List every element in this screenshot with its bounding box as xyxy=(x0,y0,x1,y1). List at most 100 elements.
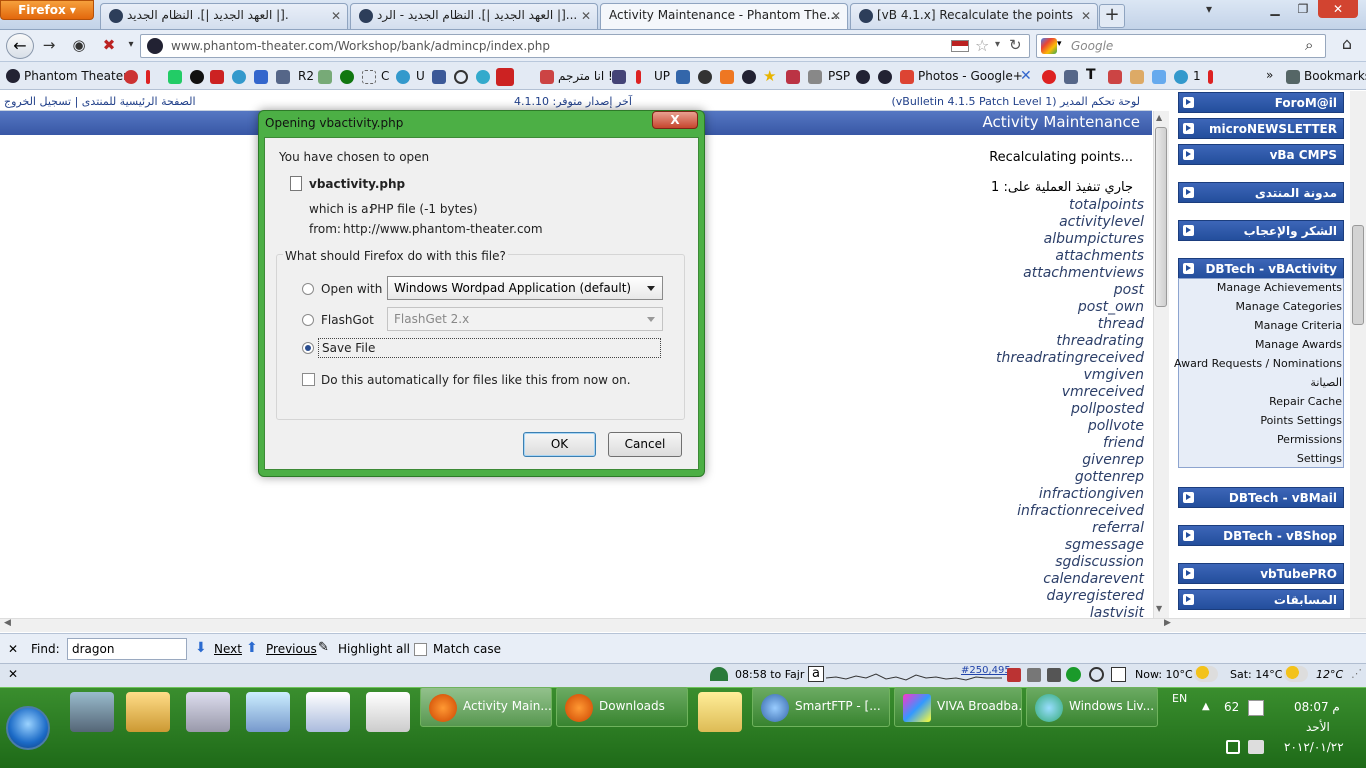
taskbar-viva[interactable]: VIVA Broadba... xyxy=(894,687,1022,727)
bookmark-icon[interactable] xyxy=(856,70,870,84)
bookmark-x-icon[interactable]: ✕ xyxy=(1020,68,1032,84)
bookmark-star-icon[interactable]: ☆ xyxy=(975,36,989,55)
page-icon[interactable]: ◉ xyxy=(66,35,92,57)
taskbar-windows-live[interactable]: Windows Liv... xyxy=(1026,687,1158,727)
flashgot-radio[interactable] xyxy=(302,314,314,326)
forum-home-logout-links[interactable]: الصفحة الرئيسية للمنتدى | تسجيل الخروج xyxy=(4,95,196,108)
taskbar-smartftp[interactable]: SmartFTP - [... xyxy=(752,687,890,727)
bookmark-icon[interactable] xyxy=(1152,70,1166,84)
nav-manage-awards[interactable]: Manage Awards xyxy=(1255,338,1342,351)
ok-button[interactable]: OK xyxy=(523,432,596,457)
nav-group-micronewsletter[interactable]: microNEWSLETTER xyxy=(1178,118,1344,139)
bookmark-icon[interactable] xyxy=(254,70,268,84)
maximize-icon[interactable]: ❐ xyxy=(1290,0,1316,18)
auto-checkbox[interactable] xyxy=(302,373,315,386)
resize-grip-icon[interactable]: ⋰ xyxy=(1351,667,1362,680)
bookmark-icon[interactable] xyxy=(786,70,800,84)
taskbar-firefox-activity[interactable]: Activity Main... xyxy=(420,687,552,727)
scroll-left-icon[interactable]: ◀ xyxy=(4,618,11,628)
arrow-up-icon[interactable]: ⬆ xyxy=(246,640,258,656)
clock-date[interactable]: ٢٠١٢/٠١/٢٢ xyxy=(1284,740,1344,754)
close-tab-icon[interactable]: ✕ xyxy=(831,9,841,23)
gmail-icon[interactable] xyxy=(210,70,224,84)
bookmark-u[interactable]: U xyxy=(416,69,425,83)
bookmark-icon[interactable] xyxy=(396,70,410,84)
arrow-down-icon[interactable]: ⬇ xyxy=(195,640,207,656)
bookmark-photos[interactable]: Photos - Google+ xyxy=(918,69,1023,83)
close-tab-icon[interactable]: ✕ xyxy=(331,9,341,23)
google-icon[interactable] xyxy=(1041,38,1057,54)
bookmark-t-icon[interactable]: T xyxy=(1086,67,1096,83)
firefox-menu-button[interactable]: Firefox ▾ xyxy=(0,0,94,20)
bookmark-psp[interactable]: PSP xyxy=(828,69,850,83)
flashgot-select[interactable]: FlashGet 2.x xyxy=(387,307,663,331)
pinned-app-icon[interactable] xyxy=(246,692,290,732)
close-window-icon[interactable]: ✕ xyxy=(1318,0,1358,18)
tab-4[interactable]: [vB 4.1.x] Recalculate the points ✕ xyxy=(850,3,1098,29)
auto-label[interactable]: Do this automatically for files like thi… xyxy=(321,373,631,387)
bookmark-icon[interactable] xyxy=(168,70,182,84)
scrollbar-thumb[interactable] xyxy=(1155,127,1167,307)
minimize-icon[interactable]: ▁ xyxy=(1262,0,1288,18)
bookmark-icon[interactable] xyxy=(232,70,246,84)
find-input[interactable]: dragon xyxy=(67,638,187,660)
dialog-close-button[interactable]: X xyxy=(652,111,698,129)
bookmark-icon[interactable] xyxy=(362,70,376,84)
nav-settings[interactable]: Settings xyxy=(1297,452,1342,465)
tray-app-icon[interactable] xyxy=(1226,740,1240,754)
close-tab-icon[interactable]: ✕ xyxy=(1081,9,1091,23)
nav-group-contests[interactable]: المسابقات xyxy=(1178,589,1344,610)
scroll-down-icon[interactable]: ▼ xyxy=(1156,604,1162,613)
bookmark-icon[interactable] xyxy=(1174,70,1188,84)
bookmark-icon[interactable] xyxy=(146,70,150,84)
alexa-rank[interactable]: #250,495 xyxy=(961,665,1011,676)
nav-maintenance[interactable]: الصيانة xyxy=(1310,376,1342,389)
bookmark-c[interactable]: C xyxy=(381,69,389,83)
nav-points-settings[interactable]: Points Settings xyxy=(1260,414,1342,427)
nav-manage-achievements[interactable]: Manage Achievements xyxy=(1217,281,1342,294)
match-case-checkbox[interactable] xyxy=(414,643,427,656)
home-icon[interactable]: ⌂ xyxy=(1334,34,1360,56)
bookmark-icon[interactable] xyxy=(676,70,690,84)
url-dropdown-icon[interactable]: ▾ xyxy=(995,39,1000,50)
nav-manage-categories[interactable]: Manage Categories xyxy=(1236,300,1342,313)
bookmark-icon[interactable] xyxy=(720,70,734,84)
nav-group-vbtubepro[interactable]: vbTubePRO xyxy=(1178,563,1344,584)
facebook-icon[interactable] xyxy=(432,70,446,84)
bookmark-icon[interactable] xyxy=(698,70,712,84)
google-plus-icon[interactable] xyxy=(900,70,914,84)
nav-permissions[interactable]: Permissions xyxy=(1277,433,1342,446)
star-bookmark-icon[interactable]: ★ xyxy=(763,67,776,85)
bookmark-icon[interactable] xyxy=(878,70,892,84)
bookmark-icon[interactable] xyxy=(540,70,554,84)
bookmark-translator[interactable]: انا مترجم !! xyxy=(558,69,618,83)
tab-2[interactable]: العهد الجديد |]. النظام الجديد - الرد |]… xyxy=(350,3,598,29)
bookmark-icon[interactable] xyxy=(1208,70,1213,84)
bookmark-icon[interactable] xyxy=(612,70,626,84)
bookmark-icon[interactable] xyxy=(1108,70,1122,84)
nav-group-vba-cmps[interactable]: vBa CMPS xyxy=(1178,144,1344,165)
find-previous-button[interactable]: Previous xyxy=(266,642,317,656)
clock-day[interactable]: الأحد xyxy=(1306,720,1330,734)
flashgot-label[interactable]: FlashGot xyxy=(321,313,374,327)
bookmark-up[interactable]: UP xyxy=(654,69,670,83)
calendar-app-icon[interactable] xyxy=(366,692,410,732)
open-with-label[interactable]: Open with xyxy=(321,282,382,296)
bookmark-icon[interactable] xyxy=(124,70,138,84)
tab-1[interactable]: العهد الجديد |]. النظام الجديد |]. ✕ xyxy=(100,3,348,29)
bookmark-icon[interactable] xyxy=(1130,70,1144,84)
tab-list-icon[interactable]: ▾ xyxy=(1196,0,1222,18)
bookmarks-menu-icon[interactable] xyxy=(1286,70,1300,84)
alexa-icon[interactable]: a xyxy=(808,666,824,682)
nav-group-vbmail[interactable]: DBTech - vBMail xyxy=(1178,487,1344,508)
taskbar-downloads[interactable]: Downloads xyxy=(556,687,688,727)
back-button[interactable]: ← xyxy=(6,33,34,59)
bookmark-icon[interactable] xyxy=(742,70,756,84)
bookmark-icon[interactable] xyxy=(636,70,641,84)
highlight-all-button[interactable]: Highlight all xyxy=(338,642,410,656)
open-with-select[interactable]: Windows Wordpad Application (default) xyxy=(387,276,663,300)
status-ok-icon[interactable] xyxy=(1066,667,1081,682)
bookmark-icon[interactable] xyxy=(190,70,204,84)
search-icon[interactable]: ⌕ xyxy=(1305,36,1313,54)
reload-icon[interactable]: ↻ xyxy=(1009,36,1022,54)
